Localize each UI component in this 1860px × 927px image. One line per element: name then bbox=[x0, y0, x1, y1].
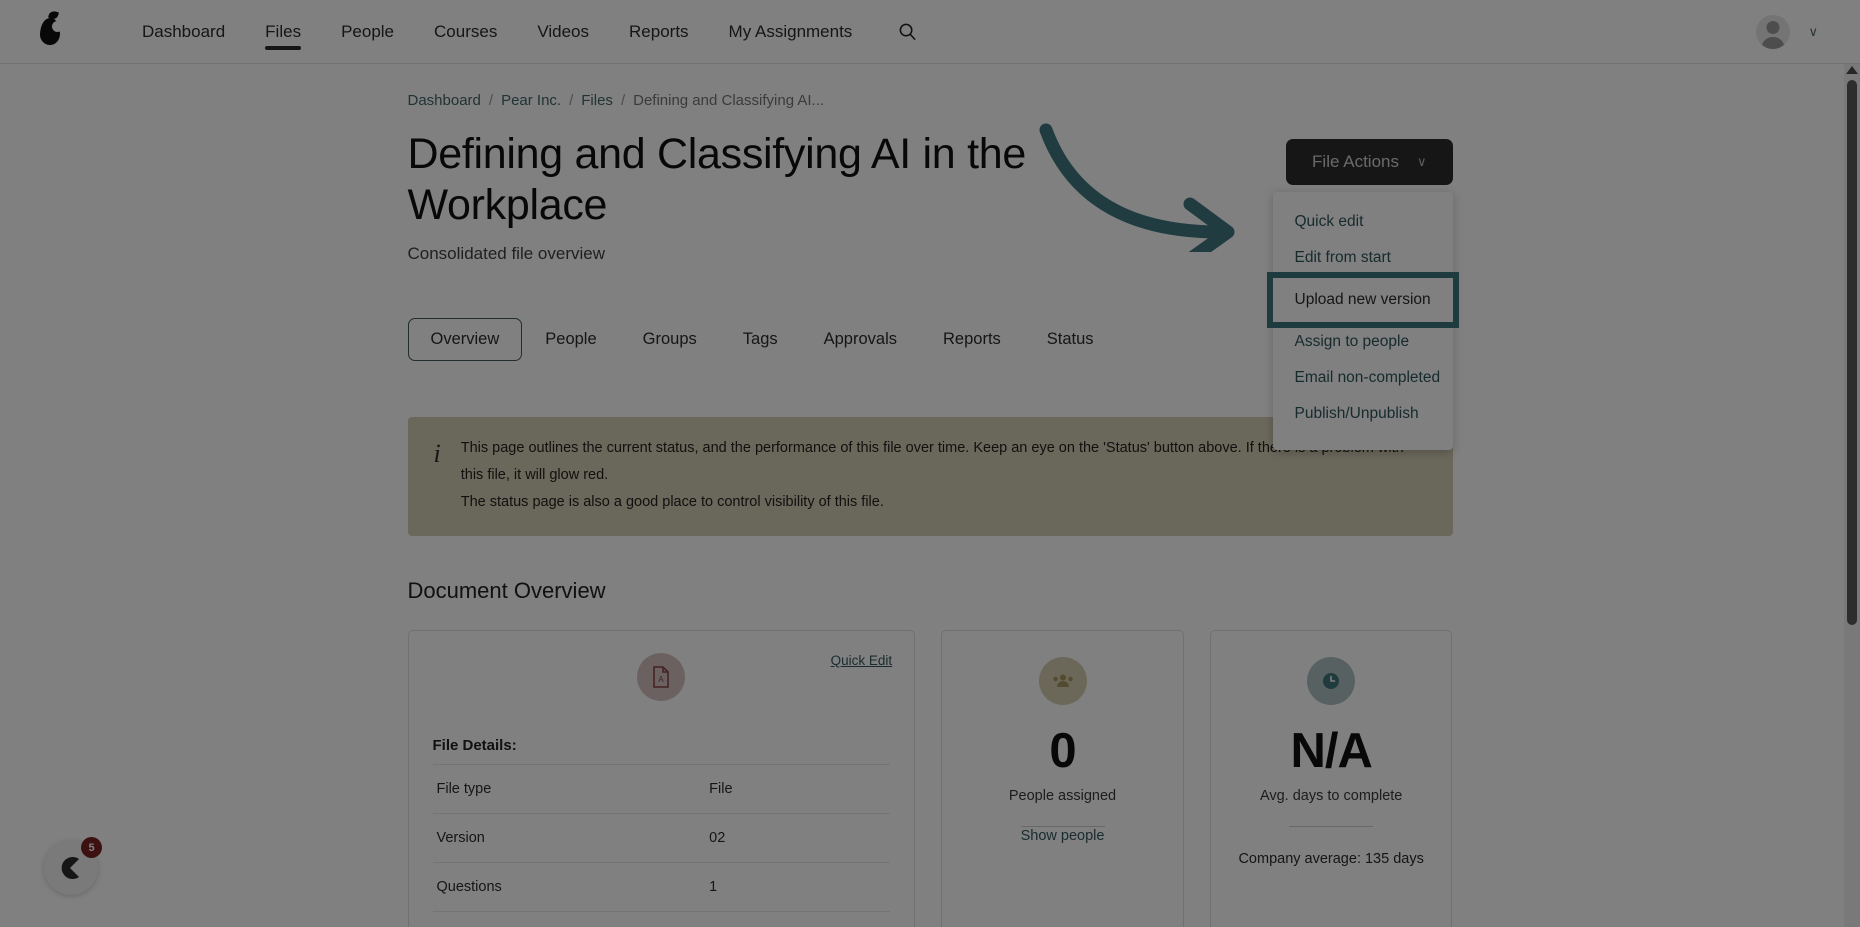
chevron-down-icon[interactable]: ∨ bbox=[1808, 24, 1818, 40]
company-average-text: Company average: 135 days bbox=[1238, 850, 1424, 867]
menu-item-publish-unpublish[interactable]: Publish/Unpublish bbox=[1273, 396, 1453, 432]
nav-label: Dashboard bbox=[142, 21, 226, 41]
tab-label: Groups bbox=[642, 330, 697, 349]
tab-approvals[interactable]: Approvals bbox=[801, 318, 920, 361]
nav-item-my-assignments[interactable]: My Assignments bbox=[709, 0, 873, 64]
chat-help-widget[interactable]: 5 bbox=[44, 837, 102, 895]
detail-value: File bbox=[705, 763, 891, 814]
info-banner-line-2: The status page is also a good place to … bbox=[460, 494, 884, 511]
chat-unread-badge: 5 bbox=[81, 837, 102, 858]
tab-tags[interactable]: Tags bbox=[720, 318, 801, 361]
breadcrumb-current: Defining and Classifying AI... bbox=[633, 92, 825, 109]
tab-reports[interactable]: Reports bbox=[920, 318, 1024, 361]
avg-days-caption: Avg. days to complete bbox=[1259, 787, 1403, 804]
nav-item-videos[interactable]: Videos bbox=[517, 0, 609, 64]
page-content: Dashboard / Pear Inc. / Files / Defining… bbox=[0, 64, 1860, 927]
tab-groups[interactable]: Groups bbox=[620, 318, 720, 361]
chevron-down-icon: ∨ bbox=[1416, 154, 1427, 169]
nav-item-dashboard[interactable]: Dashboard bbox=[122, 0, 245, 64]
account-area: ∨ bbox=[1756, 14, 1836, 49]
breadcrumb-separator: / bbox=[620, 92, 626, 109]
file-details-heading: File Details: bbox=[432, 736, 517, 754]
nav-label: My Assignments bbox=[728, 21, 853, 41]
detail-value: Yes bbox=[705, 910, 891, 927]
section-title: Document Overview bbox=[407, 577, 606, 603]
svg-text:A: A bbox=[659, 675, 665, 684]
pear-logo-icon[interactable] bbox=[24, 18, 76, 45]
breadcrumb-item-files[interactable]: Files bbox=[581, 92, 613, 109]
table-row: File type File bbox=[432, 763, 891, 814]
tab-people[interactable]: People bbox=[522, 318, 619, 361]
people-assigned-value: 0 bbox=[1049, 723, 1076, 778]
breadcrumb-separator: / bbox=[569, 92, 574, 109]
breadcrumb-item-dashboard[interactable]: Dashboard bbox=[408, 92, 481, 109]
app-page: Dashboard Files People Courses Videos Re… bbox=[0, 0, 1860, 927]
search-icon[interactable] bbox=[898, 22, 917, 41]
detail-value: 02 bbox=[705, 812, 891, 863]
people-assigned-card: 0 People assigned Show people bbox=[941, 629, 1184, 927]
nav-label: Courses bbox=[434, 21, 498, 41]
tab-label: People bbox=[545, 330, 597, 349]
detail-value: 1 bbox=[705, 861, 891, 912]
page-title: Defining and Classifying AI in the Workp… bbox=[407, 130, 1027, 229]
tab-label: Reports bbox=[943, 330, 1001, 349]
detail-label: Questions bbox=[432, 861, 706, 912]
tab-overview[interactable]: Overview bbox=[407, 318, 523, 362]
menu-item-assign-to-people[interactable]: Assign to people bbox=[1273, 324, 1453, 360]
overview-cards: Quick Edit A File Details: File type Fil… bbox=[407, 629, 1453, 927]
nav-label: Files bbox=[265, 21, 302, 41]
tab-status[interactable]: Status bbox=[1024, 318, 1117, 361]
info-icon: i bbox=[433, 439, 441, 469]
table-row: Acknowledgement required Yes bbox=[432, 910, 891, 927]
detail-label: Acknowledgement required bbox=[432, 910, 706, 927]
nav-item-courses[interactable]: Courses bbox=[414, 0, 517, 64]
nav-label: People bbox=[341, 21, 395, 41]
avg-days-card: N/A Avg. days to complete Company averag… bbox=[1209, 629, 1453, 927]
breadcrumb-separator: / bbox=[488, 92, 494, 109]
breadcrumb: Dashboard / Pear Inc. / Files / Defining… bbox=[408, 64, 1453, 109]
table-row: Version 02 bbox=[432, 812, 891, 863]
nav-item-reports[interactable]: Reports bbox=[609, 0, 709, 64]
nav-item-people[interactable]: People bbox=[321, 0, 414, 64]
nav-label: Videos bbox=[537, 21, 590, 41]
people-group-icon bbox=[1038, 656, 1087, 705]
quick-edit-link[interactable]: Quick Edit bbox=[831, 653, 893, 668]
tab-label: Status bbox=[1046, 330, 1094, 349]
file-details-table: File type File Version 02 Questions 1 bbox=[432, 763, 891, 927]
menu-item-quick-edit[interactable]: Quick edit bbox=[1273, 204, 1453, 240]
menu-item-upload-new-version[interactable]: Upload new version bbox=[1266, 272, 1459, 328]
user-avatar-icon[interactable] bbox=[1756, 14, 1791, 49]
menu-item-email-non-completed[interactable]: Email non-completed bbox=[1273, 360, 1453, 396]
file-actions-dropdown-menu: Quick edit Edit from start Upload new ve… bbox=[1266, 192, 1459, 450]
show-people-link[interactable]: Show people bbox=[1021, 828, 1105, 844]
tab-label: Tags bbox=[742, 330, 778, 349]
file-actions-label: File Actions bbox=[1312, 152, 1399, 171]
divider bbox=[1020, 825, 1105, 827]
menu-item-edit-from-start[interactable]: Edit from start bbox=[1273, 240, 1453, 276]
people-assigned-caption: People assigned bbox=[1008, 787, 1117, 804]
top-navigation-bar: Dashboard Files People Courses Videos Re… bbox=[0, 0, 1860, 64]
pdf-file-icon: A bbox=[637, 652, 686, 701]
tab-label: Approvals bbox=[823, 330, 897, 349]
detail-label: File type bbox=[432, 763, 706, 814]
detail-label: Version bbox=[432, 812, 706, 863]
breadcrumb-item-company[interactable]: Pear Inc. bbox=[501, 92, 561, 109]
chat-help-icon bbox=[61, 857, 79, 879]
nav-label: Reports bbox=[629, 21, 689, 41]
nav-item-files[interactable]: Files bbox=[245, 0, 321, 64]
table-row: Questions 1 bbox=[432, 861, 891, 912]
avg-days-value: N/A bbox=[1290, 723, 1372, 778]
main-nav-links: Dashboard Files People Courses Videos Re… bbox=[122, 0, 872, 64]
file-actions-button[interactable]: File Actions ∨ bbox=[1286, 139, 1453, 185]
file-details-card: Quick Edit A File Details: File type Fil… bbox=[407, 629, 916, 927]
tab-label: Overview bbox=[430, 330, 500, 349]
clock-icon bbox=[1307, 656, 1356, 705]
divider bbox=[1289, 825, 1374, 827]
